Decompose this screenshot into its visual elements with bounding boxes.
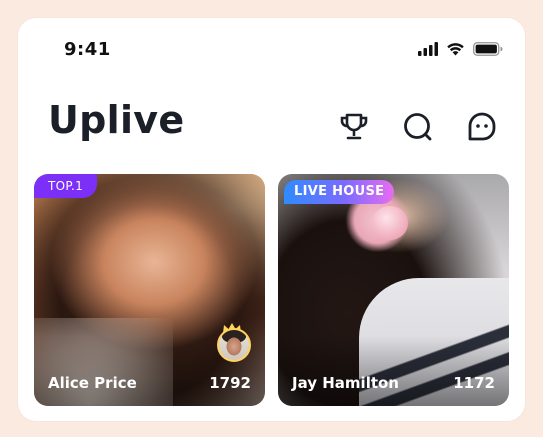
search-button[interactable] (397, 106, 439, 148)
status-bar: 9:41 (18, 18, 525, 80)
chat-icon (468, 112, 496, 141)
top-rank-badge: TOP.1 (34, 174, 98, 198)
trophy-icon (340, 113, 368, 140)
header-actions (333, 106, 503, 148)
phone-screen: 9:41 Uplive TOP.1 Alice Price 1792 LIVE … (18, 18, 525, 421)
viewer-count: 1172 (453, 374, 495, 392)
app-header: Uplive (18, 98, 525, 154)
messages-button[interactable] (461, 106, 503, 148)
status-icons (418, 41, 503, 57)
live-stream-card[interactable]: TOP.1 Alice Price 1792 (34, 174, 265, 406)
search-icon (404, 113, 432, 141)
streamer-name: Alice Price (48, 374, 137, 392)
live-stream-card[interactable]: LIVE HOUSE Jay Hamilton 1172 (278, 174, 509, 406)
status-time: 9:41 (64, 39, 111, 60)
app-title: Uplive (48, 98, 185, 142)
live-house-badge: LIVE HOUSE (284, 180, 395, 204)
viewer-count: 1792 (209, 374, 251, 392)
streamer-name: Jay Hamilton (292, 374, 399, 392)
leaderboard-button[interactable] (333, 106, 375, 148)
wifi-icon (447, 43, 464, 56)
battery-icon (473, 42, 503, 56)
live-stream-list: TOP.1 Alice Price 1792 LIVE HOUSE Jay Ha… (34, 174, 511, 406)
cellular-signal-icon (418, 42, 438, 56)
host-avatar[interactable] (217, 328, 251, 362)
